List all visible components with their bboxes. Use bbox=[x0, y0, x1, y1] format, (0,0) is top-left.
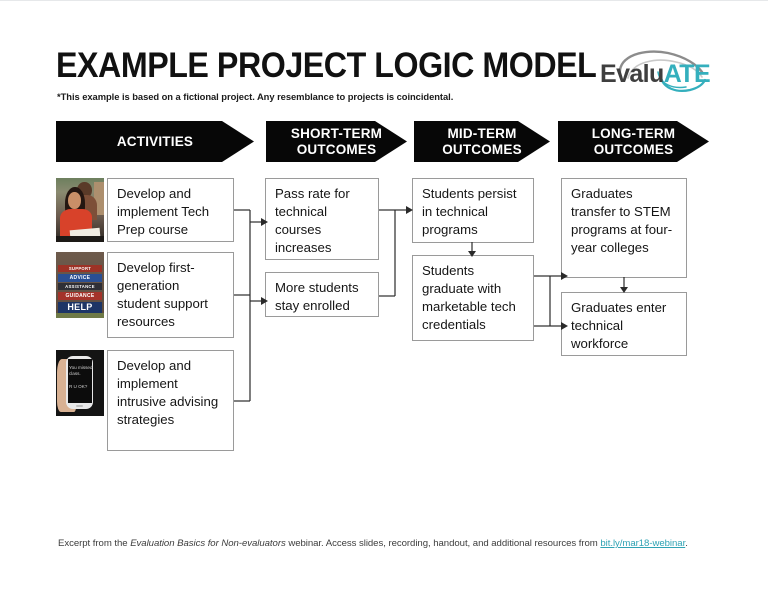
column-header-long-term: LONG-TERM OUTCOMES bbox=[558, 121, 709, 162]
photo-phone-text-message: You missed class. R U OK? bbox=[56, 350, 104, 416]
short-term-box-2[interactable]: More students stay enrolled bbox=[265, 272, 379, 317]
logo-wordmark: EvaluATE bbox=[600, 60, 711, 88]
column-header-activities-line1: ACTIVITIES bbox=[116, 133, 194, 149]
column-header-short-term-line2: OUTCOMES bbox=[296, 141, 377, 157]
connector-mid-term-to-long-term bbox=[532, 250, 572, 360]
column-header-mid-term-line2: OUTCOMES bbox=[442, 141, 522, 157]
footer-webinar-title: Evaluation Basics for Non-evaluators bbox=[130, 538, 286, 549]
footer-prefix: Excerpt from the bbox=[58, 538, 131, 549]
phone-message-line1: You missed class. bbox=[68, 364, 93, 376]
page-title: EXAMPLE PROJECT LOGIC MODEL bbox=[56, 46, 597, 85]
footer-credit: Excerpt from the Evaluation Basics for N… bbox=[58, 538, 688, 549]
phone-message-line2: R U OK? bbox=[68, 384, 88, 390]
column-header-mid-term-line1: MID-TERM bbox=[447, 125, 517, 141]
mid-term-box-1[interactable]: Students persist in technical programs bbox=[412, 178, 534, 243]
connector-long-term-down bbox=[618, 277, 630, 294]
footer-link[interactable]: bit.ly/mar18-webinar bbox=[600, 538, 685, 549]
column-header-activities: ACTIVITIES bbox=[56, 121, 254, 162]
short-term-box-2-label: More students stay enrolled bbox=[275, 280, 359, 313]
mid-term-box-1-label: Students persist in technical programs bbox=[422, 186, 517, 237]
sign-help: HELP bbox=[57, 301, 103, 314]
connector-mid-term-down bbox=[466, 242, 478, 258]
activity-box-1[interactable]: Develop and implement Tech Prep course bbox=[107, 178, 234, 242]
activity-box-2-label: Develop first-generation student support… bbox=[117, 260, 208, 329]
activity-box-3[interactable]: Develop and implement intrusive advising… bbox=[107, 350, 234, 451]
long-term-box-1-label: Graduates transfer to STEM programs at f… bbox=[571, 186, 673, 255]
activity-box-1-label: Develop and implement Tech Prep course bbox=[117, 186, 210, 237]
sign-guidance: GUIDANCE bbox=[57, 291, 103, 300]
logic-model-slide: EXAMPLE PROJECT LOGIC MODEL *This exampl… bbox=[0, 0, 768, 593]
footer-middle: webinar. Access slides, recording, hando… bbox=[285, 538, 601, 549]
page-subtitle: *This example is based on a fictional pr… bbox=[57, 91, 454, 102]
connector-short-term-to-mid-term bbox=[377, 174, 417, 334]
logo-text-evalu: Evalu bbox=[600, 60, 664, 88]
logo-text-ate: ATE bbox=[663, 60, 711, 88]
evaluate-logo: EvaluATE bbox=[598, 48, 716, 96]
sign-assistance: ASSISTANCE bbox=[57, 283, 103, 291]
activity-box-3-label: Develop and implement intrusive advising… bbox=[117, 358, 219, 427]
slide-top-divider bbox=[0, 0, 768, 1]
sign-support: SUPPORT bbox=[57, 264, 103, 272]
column-header-short-term: SHORT-TERM OUTCOMES bbox=[266, 121, 407, 162]
long-term-box-1[interactable]: Graduates transfer to STEM programs at f… bbox=[561, 178, 687, 278]
column-header-short-term-line1: SHORT-TERM bbox=[290, 125, 383, 141]
long-term-box-2[interactable]: Graduates enter technical workforce bbox=[561, 292, 687, 356]
photo-students-studying bbox=[56, 178, 104, 242]
mid-term-box-2[interactable]: Students graduate with marketable tech c… bbox=[412, 255, 534, 341]
sign-advice: ADVICE bbox=[57, 273, 103, 282]
footer-suffix: . bbox=[685, 538, 688, 549]
connector-activities-to-short-term bbox=[232, 174, 272, 459]
mid-term-box-2-label: Students graduate with marketable tech c… bbox=[422, 263, 516, 332]
column-header-mid-term: MID-TERM OUTCOMES bbox=[414, 121, 550, 162]
activity-box-2[interactable]: Develop first-generation student support… bbox=[107, 252, 234, 338]
column-header-long-term-line1: LONG-TERM bbox=[591, 125, 676, 141]
short-term-box-1[interactable]: Pass rate for technical courses increase… bbox=[265, 178, 379, 260]
column-header-long-term-line2: OUTCOMES bbox=[593, 141, 674, 157]
photo-help-signs: SUPPORT ADVICE ASSISTANCE GUIDANCE HELP bbox=[56, 252, 104, 318]
short-term-box-1-label: Pass rate for technical courses increase… bbox=[275, 186, 350, 255]
long-term-box-2-label: Graduates enter technical workforce bbox=[571, 300, 667, 351]
